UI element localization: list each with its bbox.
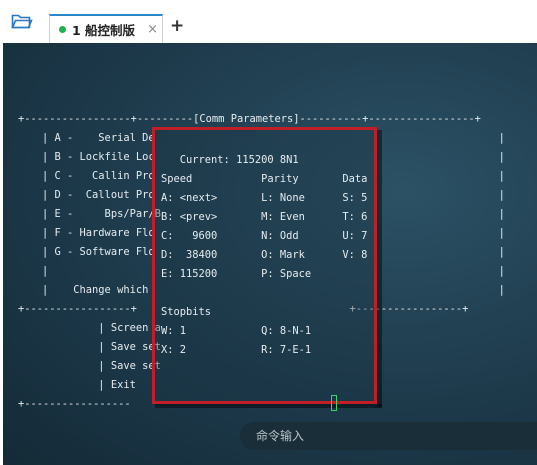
terminal-line: | Save set (42, 341, 161, 353)
option-row[interactable]: C: 9600 N: Odd U: 7 (161, 230, 367, 243)
status-dot-icon (59, 26, 66, 33)
option-row[interactable]: X: 2 R: 7-E-1 (161, 344, 311, 357)
option-row[interactable]: A: <next> L: None S: 5 (161, 192, 367, 205)
terminal-line: +-----------------+---------[Comm Parame… (18, 113, 481, 125)
option-row[interactable]: E: 115200 P: Space (161, 268, 311, 281)
current-setting: Current: 115200 8N1 (161, 154, 299, 166)
option-row[interactable]: D: 38400 O: Mark V: 8 (161, 249, 367, 262)
command-bar (240, 422, 537, 450)
terminal-line: | Screen a (42, 322, 161, 334)
terminal-line: | Save set (42, 360, 161, 372)
comm-parameters-dialog: Current: 115200 8N1 Speed Parity Data A:… (152, 127, 377, 404)
close-icon[interactable]: × (147, 22, 158, 37)
dialog-header: Speed Parity Data (161, 173, 368, 185)
terminal-line: | Exit (42, 379, 136, 391)
terminal-line: +----------------- (18, 398, 131, 410)
terminal-screen[interactable]: +-----------------+---------[Comm Parame… (3, 43, 537, 465)
dialog-shadow-bottom (155, 404, 382, 408)
terminal-cursor (331, 395, 337, 411)
open-folder-icon[interactable] (8, 9, 36, 33)
option-row[interactable]: W: 1 Q: 8-N-1 (161, 325, 311, 338)
add-tab-button[interactable]: + (170, 16, 184, 36)
dialog-shadow (377, 130, 382, 407)
option-row[interactable]: B: <prev> M: Even T: 6 (161, 211, 367, 224)
command-input[interactable] (256, 429, 516, 443)
tab-bar: 1 船控制版 × + (0, 0, 537, 43)
tab-label: 1 船控制版 (72, 23, 136, 38)
tab-session[interactable]: 1 船控制版 × (49, 14, 163, 43)
stopbits-label: Stopbits (161, 306, 212, 318)
